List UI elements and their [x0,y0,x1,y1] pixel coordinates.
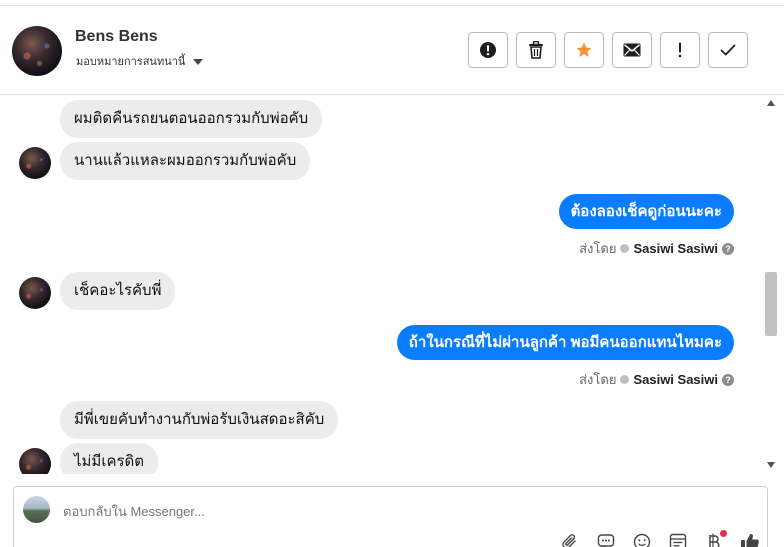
outgoing-message[interactable]: ถ้าในกรณีที่ไม่ผ่านลูกค้า พอมีคนออกแทนไห… [396,325,734,360]
contact-avatar-small [19,277,51,309]
payment-button[interactable] [703,530,727,547]
help-icon[interactable]: ? [722,373,734,386]
verified-icon [620,375,630,384]
help-icon[interactable]: ? [722,242,734,255]
scroll-down-arrow-icon[interactable] [767,462,775,468]
paperclip-icon [561,533,579,547]
done-button[interactable] [708,32,748,68]
contact-avatar[interactable] [12,26,62,76]
saved-replies-button[interactable] [595,533,617,547]
delete-button[interactable] [516,32,556,68]
header-actions [468,32,748,68]
template-button[interactable] [667,533,689,547]
assign-label: มอบหมายการสนทนานี้ [76,56,186,68]
follow-up-button[interactable] [660,32,700,68]
sender-name: Sasiwi Sasiwi [633,372,718,387]
sent-by-prefix: ส่งโดย [579,241,617,256]
caret-down-icon [193,58,204,65]
page-avatar [23,496,50,523]
check-icon [720,44,736,56]
incoming-message[interactable]: เช็คอะไรคับพี่ [60,272,176,310]
contact-avatar-small [19,147,51,179]
reply-composer [13,486,768,547]
star-button[interactable] [564,32,604,68]
notification-dot [720,530,727,537]
star-icon [575,41,593,59]
emoji-icon [633,533,651,547]
incoming-message[interactable]: ไม่มีเครดิต [60,443,159,474]
assign-conversation-dropdown[interactable]: มอบหมายการสนทนานี้ [76,52,204,70]
exclamation-icon [677,42,683,58]
sent-by-label: ส่งโดย Sasiwi Sasiwi ? [579,238,734,259]
mark-unread-button[interactable] [612,32,652,68]
template-icon [669,533,687,547]
thread-scrollbar[interactable] [762,96,780,474]
envelope-icon [623,43,641,57]
incoming-message[interactable]: มีพี่เขยคับทำงานกับพ่อรับเงินสดอะสิคับ [60,401,339,439]
attach-button[interactable] [559,533,581,547]
alert-circle-icon [479,41,497,59]
sent-by-prefix: ส่งโดย [579,372,617,387]
scroll-up-arrow-icon[interactable] [767,100,775,106]
emoji-button[interactable] [631,533,653,547]
incoming-message[interactable]: นานแล้วแหละผมออกรวมกับพ่อคับ [60,142,311,180]
reply-input[interactable] [63,504,663,519]
contact-name[interactable]: Bens Bens [75,28,158,46]
outgoing-message[interactable]: ต้องลองเช็คดูก่อนนะคะ [558,194,734,229]
verified-icon [620,244,630,253]
composer-tools [559,530,761,547]
scroll-thumb[interactable] [765,272,777,336]
conversation-header: Bens Bens มอบหมายการสนทนานี้ [0,6,784,95]
sent-by-label: ส่งโดย Sasiwi Sasiwi ? [579,369,734,390]
contact-avatar-small [19,448,51,474]
message-thread[interactable]: ผมติดคืนรถยนตอนออกรวมกับพ่อคับ นานแล้วแห… [0,96,762,474]
sender-name: Sasiwi Sasiwi [633,241,718,256]
incoming-message[interactable]: ผมติดคืนรถยนตอนออกรวมกับพ่อคับ [60,100,323,138]
trash-icon [528,41,544,59]
spam-button[interactable] [468,32,508,68]
thumbs-up-icon [740,532,760,547]
like-button[interactable] [739,533,761,547]
saved-reply-icon [597,533,615,547]
